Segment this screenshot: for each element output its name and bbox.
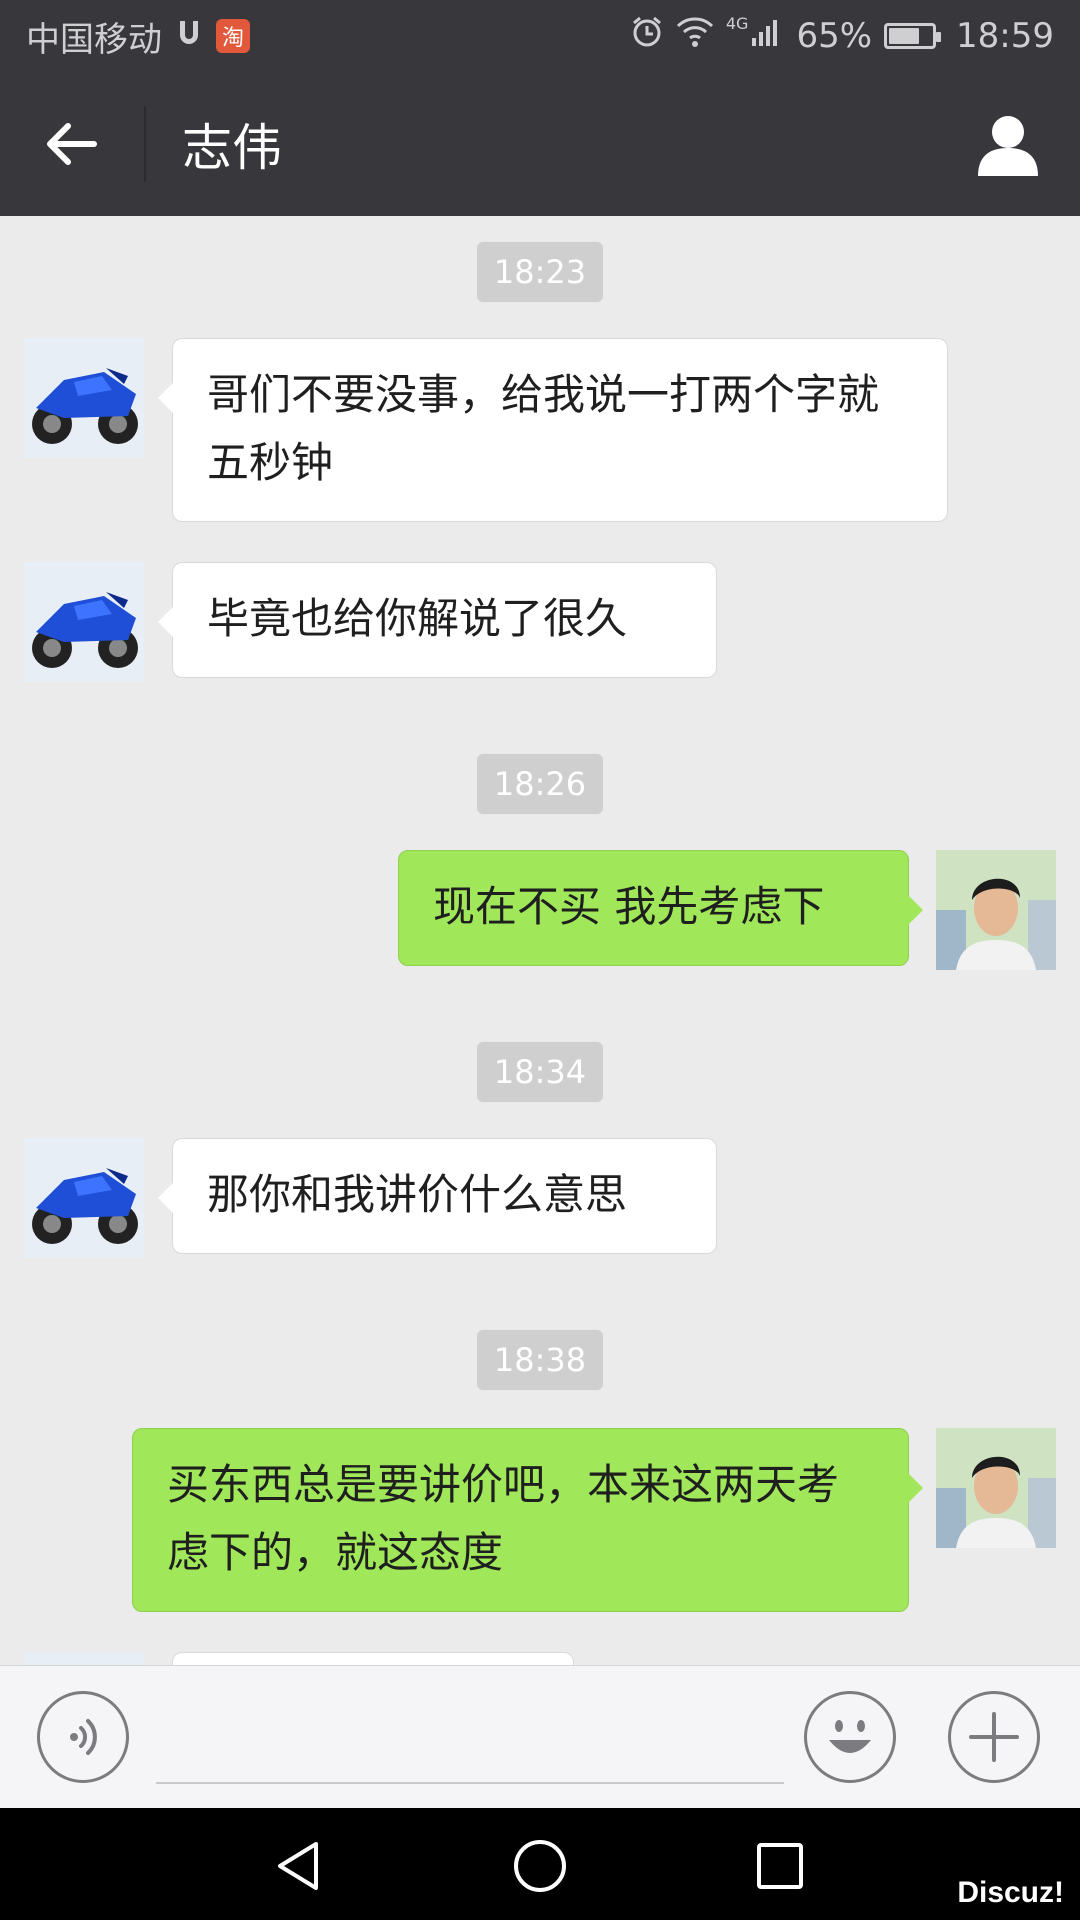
outgoing-message-bubble[interactable]: 现在不买 我先考虑下 [398, 850, 923, 966]
message-input[interactable] [156, 1696, 784, 1784]
plus-icon [969, 1712, 1019, 1762]
contact-avatar[interactable] [24, 1652, 144, 1666]
motorcycle-avatar-icon [24, 562, 144, 682]
more-button[interactable] [948, 1691, 1040, 1783]
nav-home-button[interactable] [512, 1838, 568, 1894]
taobao-icon: 淘 [216, 19, 250, 53]
triangle-back-icon [278, 1842, 318, 1890]
nav-recents-button[interactable] [752, 1838, 808, 1894]
emoji-button[interactable] [804, 1691, 896, 1783]
battery-icon [884, 23, 942, 49]
timestamp: 18:38 [477, 1330, 603, 1390]
motorcycle-avatar-icon [24, 1138, 144, 1258]
watermark: Discuz! [957, 1876, 1064, 1909]
contact-avatar[interactable] [24, 1138, 144, 1258]
alarm-icon [630, 15, 664, 58]
nav-back-button[interactable] [272, 1838, 328, 1894]
my-avatar[interactable] [936, 850, 1056, 970]
motorcycle-avatar-icon [24, 338, 144, 458]
arrow-left-icon [47, 123, 97, 165]
input-bar [0, 1665, 1080, 1809]
incoming-message-bubble[interactable]: 那你和我讲价什么意思 [158, 1138, 717, 1254]
chat-title: 志伟 [182, 119, 282, 177]
user-photo-avatar-icon [936, 850, 1056, 970]
incoming-message-bubble[interactable]: 哥们不要没事，给我说一打两个字就五秒钟 [158, 338, 948, 522]
wifi-icon [676, 16, 714, 57]
message-list[interactable]: 18:23 哥们不要没事，给我说一打两个字就五秒钟 毕竟也给你解说了很久 18:… [0, 216, 1080, 1666]
back-button[interactable] [40, 112, 104, 176]
network-type: 4G [725, 14, 749, 33]
timestamp: 18:34 [477, 1042, 603, 1102]
system-nav-bar: Discuz! [0, 1808, 1080, 1920]
status-bar: 中国移动 淘 4G 65% 18:59 [0, 0, 1080, 72]
notification-icon [174, 16, 204, 56]
my-avatar[interactable] [936, 1428, 1056, 1548]
carrier-name: 中国移动 [26, 19, 162, 60]
contact-avatar[interactable] [24, 562, 144, 682]
motorcycle-avatar-icon [24, 1652, 144, 1666]
timestamp: 18:26 [477, 754, 603, 814]
clock: 18:59 [956, 16, 1054, 56]
signal-icon [750, 16, 784, 57]
incoming-message-bubble[interactable]: 毕竟也给你解说了很久 [158, 562, 717, 678]
chat-header: 志伟 [0, 72, 1080, 216]
battery-percent: 65% [796, 16, 873, 56]
chat-info-button[interactable] [974, 110, 1042, 178]
incoming-message-bubble-partial[interactable] [172, 1652, 574, 1666]
contact-avatar[interactable] [24, 338, 144, 458]
outgoing-message-bubble[interactable]: 买东西总是要讲价吧，本来这两天考虑下的，就这态度 [132, 1428, 923, 1612]
user-photo-avatar-icon [936, 1428, 1056, 1548]
voice-icon [70, 1719, 97, 1755]
voice-button[interactable] [37, 1691, 129, 1783]
circle-home-icon [514, 1840, 566, 1892]
header-divider [144, 106, 146, 182]
emoji-icon [829, 1720, 871, 1753]
person-icon [978, 116, 1038, 176]
square-recents-icon [757, 1843, 803, 1889]
timestamp: 18:23 [477, 242, 603, 302]
